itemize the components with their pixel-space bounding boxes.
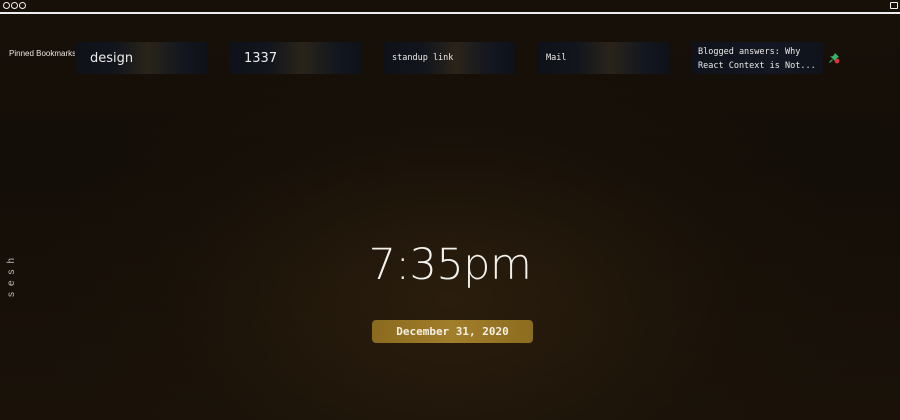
window-dot-icon[interactable]: [19, 2, 26, 9]
bookmark-standup-link[interactable]: standup link: [383, 42, 516, 74]
bookmark-1337[interactable]: 1337: [229, 42, 362, 74]
date-badge[interactable]: December 31, 2020: [372, 320, 533, 343]
bookmark-mail[interactable]: Mail: [537, 42, 670, 74]
window-button-icon[interactable]: [890, 2, 898, 9]
window-dot-icon[interactable]: [3, 2, 10, 9]
pinned-bookmarks-label: Pinned Bookmarks: [9, 49, 77, 58]
window-dot-icon[interactable]: [11, 2, 18, 9]
bookmark-blogged-answers[interactable]: Blogged answers: Why React Context is No…: [692, 42, 823, 74]
clock-time: 7:35pm: [368, 240, 532, 290]
window-chrome: [0, 0, 900, 14]
bookmark-design[interactable]: design: [75, 42, 208, 74]
pin-icon[interactable]: [828, 52, 840, 64]
